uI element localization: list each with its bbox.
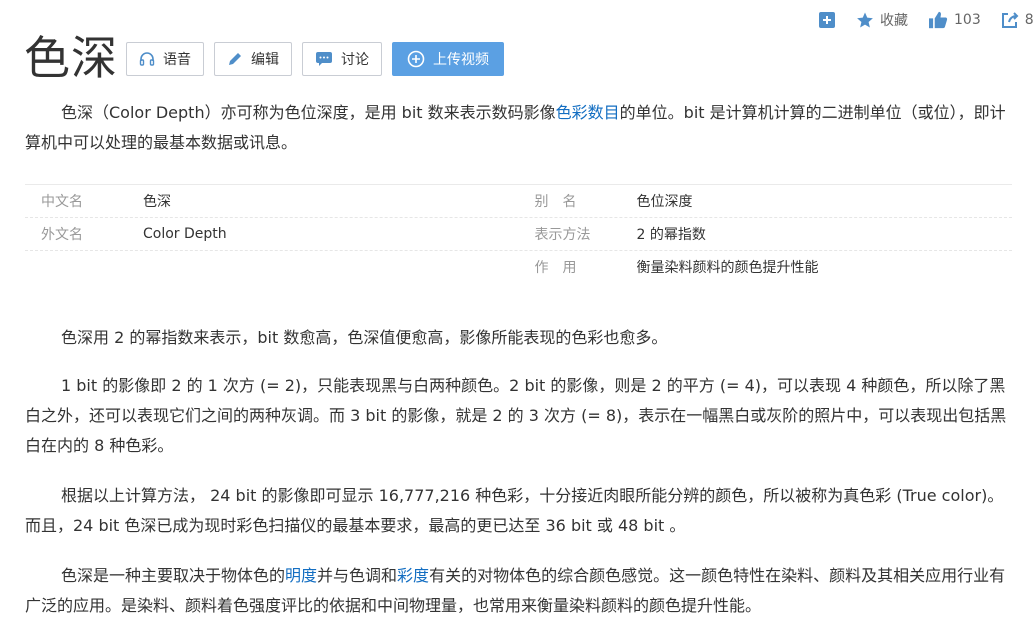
pencil-icon — [227, 51, 243, 67]
headphones-icon — [139, 51, 155, 67]
info-label: 表示方法 — [534, 227, 591, 243]
info-value: 色位深度 — [636, 194, 693, 210]
page-title: 色深 — [24, 31, 118, 85]
favorite-button[interactable]: 收藏 — [846, 10, 918, 30]
favorite-label: 收藏 — [880, 13, 908, 29]
plus-square-icon — [818, 11, 836, 29]
info-value: 2 的幂指数 — [636, 227, 706, 243]
add-button[interactable] — [808, 11, 846, 29]
chat-bubble-icon — [315, 51, 333, 67]
upload-video-label: 上传视频 — [433, 52, 489, 68]
body-paragraph-3: 根据以上计算方法， 24 bit 的影像即可显示 16,777,216 种色彩，… — [25, 481, 1010, 541]
summary-text-1: 色深（Color Depth）亦可称为色位深度，是用 bit 数来表示数码影像 — [61, 103, 556, 122]
title-actions: 语音 编辑 讨论 上传视频 — [126, 42, 504, 76]
share-count: 8 — [1024, 12, 1033, 28]
info-cell: 别 名 色位深度 — [519, 191, 1013, 211]
like-button[interactable]: 103 — [918, 11, 991, 29]
paragraph-text: 色深是一种主要取决于物体色的 — [61, 566, 286, 585]
color-count-link[interactable]: 色彩数目 — [556, 103, 620, 122]
discuss-button[interactable]: 讨论 — [302, 42, 382, 76]
summary-paragraph: 色深（Color Depth）亦可称为色位深度，是用 bit 数来表示数码影像色… — [25, 98, 1010, 158]
plus-circle-icon — [407, 50, 425, 68]
info-label: 作 用 — [534, 260, 577, 276]
star-icon — [856, 11, 874, 29]
paragraph-text: 并与色调和 — [317, 566, 398, 585]
discuss-label: 讨论 — [341, 52, 369, 68]
edit-button[interactable]: 编辑 — [214, 42, 292, 76]
info-label: 别 名 — [534, 194, 577, 210]
body-paragraph-2: 1 bit 的影像即 2 的 1 次方 (= 2)，只能表现黑与白两种颜色。2 … — [25, 371, 1010, 461]
info-value: 衡量染料颜料的颜色提升性能 — [636, 260, 819, 276]
info-value: Color Depth — [143, 226, 227, 242]
info-cell: 外文名 Color Depth — [25, 224, 519, 244]
edit-label: 编辑 — [251, 52, 279, 68]
paragraph-text: 1 bit 的影像即 2 的 1 次方 (= 2)，只能表现黑与白两种颜色。2 … — [25, 376, 1007, 455]
top-action-bar: 收藏 103 8 — [808, 8, 1033, 32]
paragraph-text: 色深用 2 的幂指数来表示，bit 数愈高，色深值便愈高，影像所能表现的色彩也愈… — [61, 328, 668, 347]
info-label: 中文名 — [41, 194, 83, 210]
like-count: 103 — [954, 12, 981, 28]
info-cell: 作 用 衡量染料颜料的颜色提升性能 — [519, 257, 1013, 277]
voice-button[interactable]: 语音 — [126, 42, 204, 76]
info-label: 外文名 — [41, 227, 83, 243]
info-cell: 表示方法 2 的幂指数 — [519, 224, 1013, 244]
lightness-link[interactable]: 明度 — [285, 566, 317, 585]
share-button[interactable]: 8 — [991, 11, 1033, 29]
info-row: 作 用 衡量染料颜料的颜色提升性能 — [25, 251, 1012, 283]
info-row: 外文名 Color Depth 表示方法 2 的幂指数 — [25, 218, 1012, 251]
share-icon — [1001, 11, 1019, 29]
upload-video-button[interactable]: 上传视频 — [392, 42, 504, 76]
body-paragraph-4: 色深是一种主要取决于物体色的明度并与色调和彩度有关的对物体色的综合颜色感觉。这一… — [25, 561, 1010, 621]
body-paragraph-1: 色深用 2 的幂指数来表示，bit 数愈高，色深值便愈高，影像所能表现的色彩也愈… — [25, 323, 1010, 353]
basic-info-table: 中文名 色深 别 名 色位深度 外文名 Color Depth 表示方法 2 的… — [25, 184, 1012, 283]
info-value: 色深 — [143, 194, 171, 210]
info-cell: 中文名 色深 — [25, 191, 519, 211]
paragraph-text: 根据以上计算方法， 24 bit 的影像即可显示 16,777,216 种色彩，… — [25, 486, 1004, 535]
voice-label: 语音 — [163, 52, 191, 68]
chroma-link[interactable]: 彩度 — [397, 566, 429, 585]
info-row: 中文名 色深 别 名 色位深度 — [25, 184, 1012, 218]
thumbs-up-icon — [928, 11, 948, 29]
